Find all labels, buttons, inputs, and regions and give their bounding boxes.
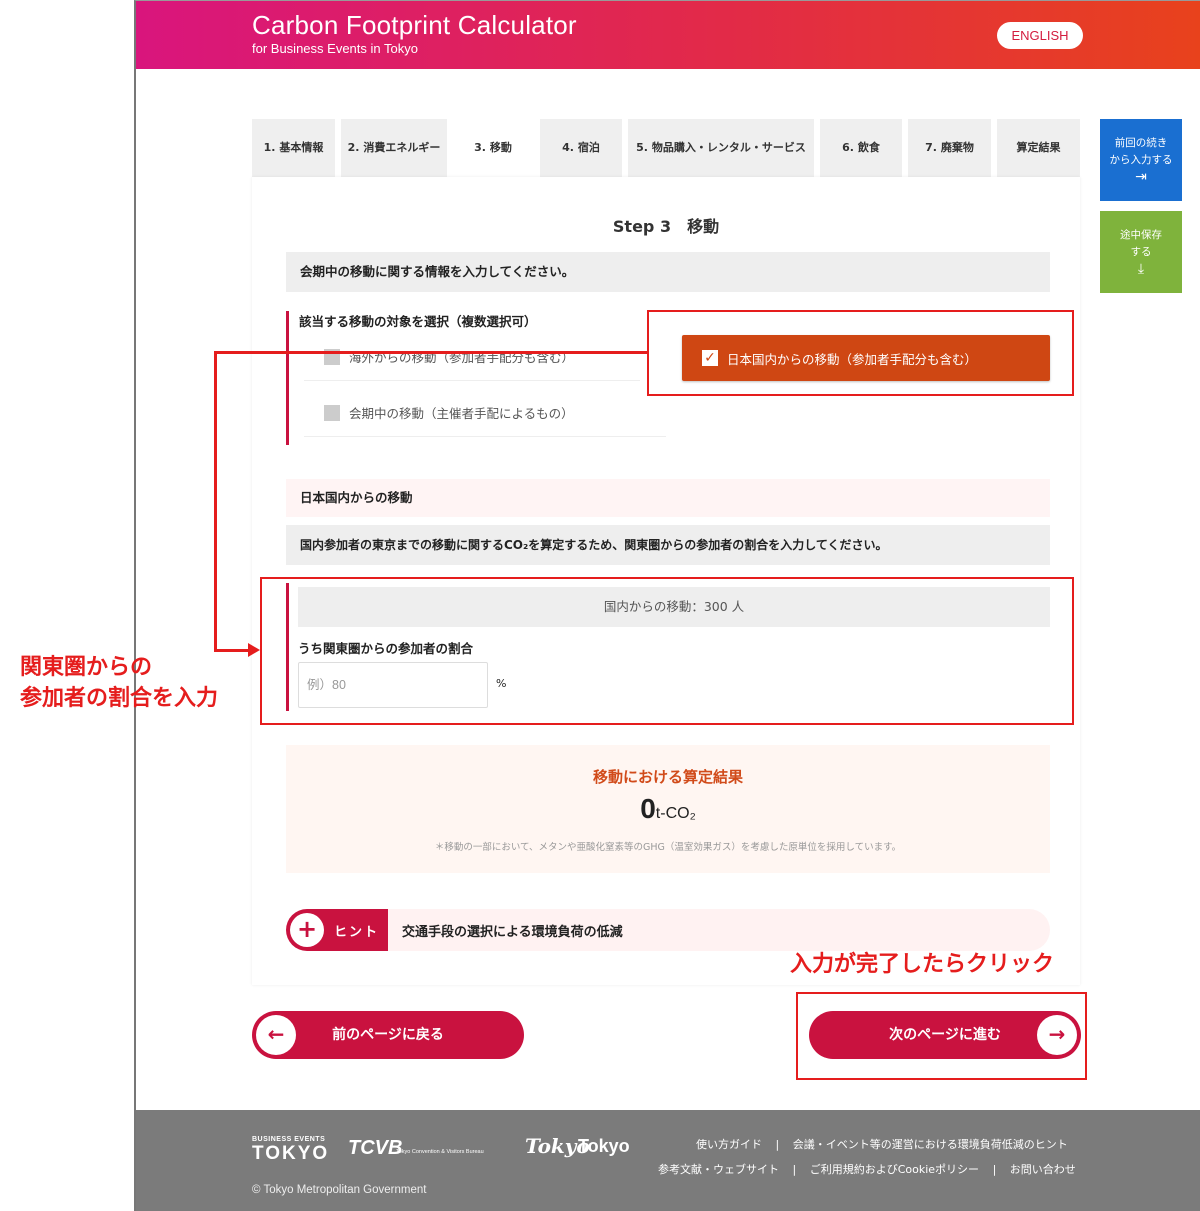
tab-waste[interactable]: 7. 廃棄物	[908, 119, 991, 177]
annotation-line-top	[214, 351, 647, 354]
next-annotation: 入力が完了したらクリック	[790, 952, 1055, 977]
result-title: 移動における算定結果	[592, 768, 743, 786]
step-title: Step 3 移動	[612, 217, 720, 236]
footer-link-terms[interactable]: ご利用規約およびCookieポリシー	[810, 1163, 979, 1176]
save-label-1: 途中保存	[1120, 229, 1162, 241]
business-events-tokyo-logo[interactable]: TOKYO	[252, 1143, 329, 1165]
app-title: Carbon Footprint Calculator	[252, 10, 577, 40]
tab-basic-info[interactable]: 1. 基本情報	[252, 119, 335, 177]
tcvb-logo-sub: Tokyo Convention & Visitors Bureau	[396, 1149, 484, 1155]
step-intro: 会期中の移動に関する情報を入力してください。	[286, 252, 1050, 292]
footer-link-references[interactable]: 参考文献・ウェブサイト	[658, 1163, 779, 1176]
footer-links-row1: 使い方ガイド | 会議・イベント等の運営における環境負荷低減のヒント	[696, 1136, 1068, 1152]
copyright: © Tokyo Metropolitan Government	[252, 1184, 427, 1196]
footer-divider: |	[775, 1138, 780, 1151]
result-note: ＊移動の一部において、メタンや亜酸化窒素等のGHG（温室効果ガス）を考慮した原単…	[434, 842, 902, 853]
annotation-line-bottom	[214, 649, 250, 652]
ratio-annotation-line1: 関東圏からの	[20, 655, 153, 680]
domestic-description: 国内参加者の東京までの移動に関するCO₂を算定するため、関東圏からの参加者の割合…	[286, 525, 1050, 565]
domestic-heading: 日本国内からの移動	[286, 479, 1050, 517]
save-draft-button[interactable]: 途中保存 する ⤓	[1100, 211, 1182, 293]
english-button[interactable]: ENGLISH	[997, 22, 1083, 49]
result-panel: 移動における算定結果 0t-CO₂ ＊移動の一部において、メタンや亜酸化窒素等の…	[286, 745, 1050, 873]
tab-movement[interactable]: 3. 移動	[452, 119, 534, 177]
tab-energy[interactable]: 2. 消費エネルギー	[341, 119, 447, 177]
footer-links-row2: 参考文献・ウェブサイト | ご利用規約およびCookieポリシー | お問い合わ…	[658, 1161, 1076, 1177]
ratio-input-highlight	[260, 577, 1074, 725]
site-footer: BUSINESS EVENTS TOKYO TCVB Tokyo Convent…	[136, 1110, 1200, 1211]
hint-tag[interactable]: + ヒント	[286, 909, 388, 951]
footer-divider: |	[992, 1163, 997, 1176]
annotation-arrow-head	[248, 643, 260, 657]
arrow-left-icon: ←	[256, 1015, 296, 1055]
tokyo-tokyo-logo[interactable]: Tokyo	[578, 1136, 630, 1157]
annotated-screenshot: Carbon Footprint Calculator for Business…	[0, 0, 1200, 1211]
checkbox-during-event[interactable]	[324, 404, 340, 421]
option-overseas-label: 海外からの移動（参加者手配分も含む）	[349, 350, 575, 365]
annotation-line-vertical	[214, 351, 217, 651]
hint-tag-label: ヒント	[334, 925, 380, 940]
footer-link-guide[interactable]: 使い方ガイド	[696, 1138, 762, 1151]
app-subtitle: for Business Events in Tokyo	[252, 41, 418, 56]
option-overseas[interactable]: 海外からの移動（参加者手配分も含む）	[304, 333, 640, 381]
footer-link-contact[interactable]: お問い合わせ	[1010, 1163, 1076, 1176]
tab-food[interactable]: 6. 飲食	[820, 119, 902, 177]
tab-results[interactable]: 算定結果	[997, 119, 1080, 177]
save-label-2: する	[1130, 246, 1152, 258]
footer-divider: |	[792, 1163, 797, 1176]
next-button-highlight	[796, 992, 1087, 1080]
tcvb-logo[interactable]: TCVB	[348, 1137, 402, 1160]
plus-icon[interactable]: +	[290, 913, 324, 947]
resume-label-2: から入力する	[1109, 154, 1173, 166]
login-arrow-icon: ⇥	[1135, 169, 1147, 185]
download-icon: ⤓	[1137, 261, 1145, 277]
prev-page-button[interactable]: ← 前のページに戻る	[252, 1011, 524, 1059]
movement-select-label: 該当する移動の対象を選択（複数選択可）	[299, 314, 537, 329]
prev-page-label: 前のページに戻る	[332, 1027, 444, 1043]
option-during-event[interactable]: 会期中の移動（主催者手配によるもの）	[304, 389, 666, 437]
site-header: Carbon Footprint Calculator for Business…	[136, 1, 1200, 69]
resume-label-1: 前回の続き	[1114, 137, 1168, 149]
footer-link-hints[interactable]: 会議・イベント等の運営における環境負荷低減のヒント	[793, 1138, 1068, 1151]
section-accent-bar	[286, 311, 289, 445]
business-events-logo-small: BUSINESS EVENTS	[252, 1136, 326, 1143]
result-unit: t-CO₂	[655, 805, 696, 822]
ratio-annotation-line2: 参加者の割合を入力	[20, 686, 219, 711]
result-value: 0t-CO₂	[286, 793, 1050, 825]
tab-accommodation[interactable]: 4. 宿泊	[540, 119, 622, 177]
tab-purchases[interactable]: 5. 物品購入・レンタル・サービス	[628, 119, 814, 177]
hint-title: 交通手段の選択による環境負荷の低減	[402, 925, 623, 940]
option-during-event-label: 会期中の移動（主催者手配によるもの）	[349, 406, 574, 421]
domestic-option-highlight	[647, 310, 1074, 396]
result-number: 0	[640, 793, 656, 824]
resume-button[interactable]: 前回の続き から入力する ⇥	[1100, 119, 1182, 201]
hint-accordion[interactable]: + ヒント 交通手段の選択による環境負荷の低減	[286, 909, 1050, 951]
